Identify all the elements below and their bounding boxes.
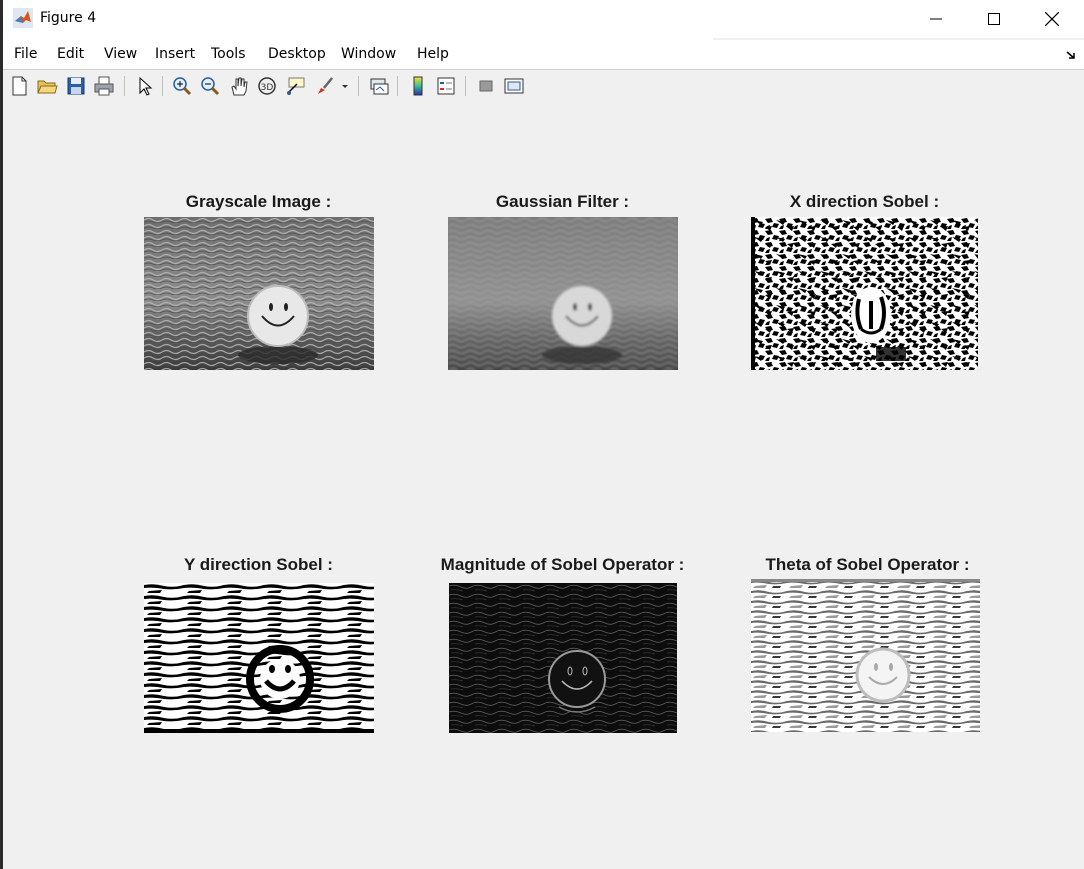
close-button[interactable] — [1023, 0, 1081, 38]
image-theta[interactable] — [751, 579, 980, 732]
toolbar-separator — [465, 76, 466, 96]
menu-tools[interactable]: Tools — [211, 46, 246, 62]
dock-arrow-icon[interactable] — [1066, 47, 1076, 65]
rotate-3d-icon[interactable]: 3D — [256, 75, 278, 97]
figure-toolbar: 3D — [3, 70, 1084, 102]
zoom-in-icon[interactable] — [171, 75, 193, 97]
axes-title-theta: Theta of Sobel Operator : — [765, 555, 970, 574]
save-icon[interactable] — [65, 75, 87, 97]
menu-help[interactable]: Help — [417, 46, 449, 62]
maximize-icon — [988, 13, 1000, 25]
title-bar: Figure 4 — [3, 0, 1084, 38]
image-magnitude[interactable] — [449, 583, 677, 733]
close-icon — [1045, 12, 1059, 26]
matlab-logo-icon — [13, 8, 33, 28]
menu-divider — [713, 38, 1084, 40]
show-plot-tools-icon[interactable] — [503, 75, 525, 97]
open-file-icon[interactable] — [36, 75, 58, 97]
figure-window: Figure 4 File Edit View Insert Tools Des… — [3, 0, 1084, 869]
colorbar-icon[interactable] — [407, 75, 429, 97]
axes-title-gaussian: Gaussian Filter : — [495, 192, 630, 211]
brush-dropdown-icon[interactable] — [339, 75, 351, 97]
menu-window[interactable]: Window — [341, 46, 396, 62]
image-grayscale[interactable] — [144, 217, 374, 370]
image-y-sobel[interactable] — [144, 583, 374, 733]
window-title: Figure 4 — [40, 10, 97, 26]
axes-title-x-sobel: X direction Sobel : — [789, 192, 940, 211]
toolbar-separator — [124, 76, 125, 96]
edit-plot-icon[interactable] — [134, 75, 156, 97]
menu-edit[interactable]: Edit — [57, 46, 84, 62]
axes-title-magnitude: Magnitude of Sobel Operator : — [440, 555, 685, 574]
toolbar-separator — [358, 76, 359, 96]
legend-icon[interactable] — [435, 75, 457, 97]
pan-icon[interactable] — [228, 75, 250, 97]
svg-text:3D: 3D — [261, 83, 274, 93]
maximize-button[interactable] — [965, 0, 1023, 38]
print-icon[interactable] — [93, 75, 115, 97]
axes-title-y-sobel: Y direction Sobel : — [184, 555, 333, 574]
toolbar-separator — [397, 76, 398, 96]
minimize-icon — [930, 18, 942, 20]
hide-plot-tools-icon[interactable] — [475, 75, 497, 97]
zoom-out-icon[interactable] — [199, 75, 221, 97]
menu-desktop[interactable]: Desktop — [268, 46, 326, 62]
menu-view[interactable]: View — [104, 46, 137, 62]
menu-bar: File Edit View Insert Tools Desktop Wind… — [3, 38, 1084, 70]
brush-icon[interactable] — [314, 75, 336, 97]
minimize-button[interactable] — [907, 0, 965, 38]
axes-title-grayscale: Grayscale Image : — [185, 192, 332, 211]
toolbar-separator — [162, 76, 163, 96]
new-figure-icon[interactable] — [8, 75, 30, 97]
link-plot-icon[interactable] — [368, 75, 390, 97]
menu-file[interactable]: File — [14, 46, 37, 62]
image-x-sobel[interactable] — [751, 217, 978, 370]
data-cursor-icon[interactable] — [285, 75, 307, 97]
image-gaussian[interactable] — [448, 217, 678, 370]
menu-insert[interactable]: Insert — [155, 46, 195, 62]
